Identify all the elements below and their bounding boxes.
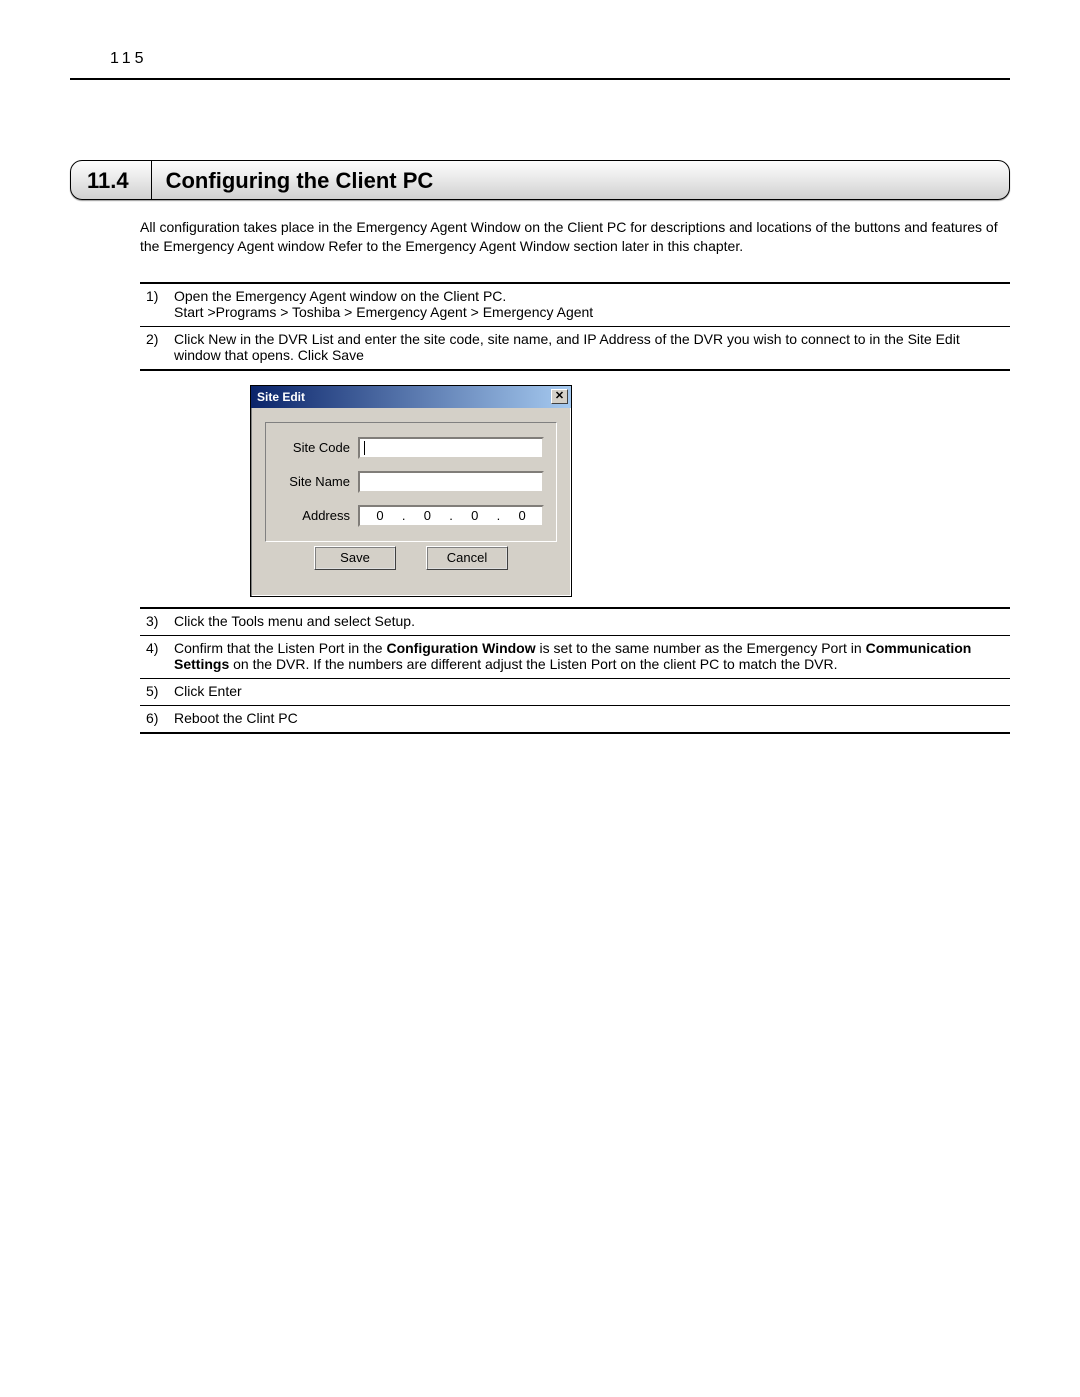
step-number: 3)	[140, 608, 168, 636]
ip-octet-1: 0	[370, 508, 390, 523]
step-text: Click the Tools menu and select Setup.	[168, 608, 1010, 636]
address-label: Address	[278, 508, 358, 523]
ip-dot: .	[497, 508, 501, 523]
step-number: 4)	[140, 635, 168, 678]
site-edit-dialog: Site Edit ✕ Site Code Site Name Address	[250, 385, 572, 597]
steps-table-upper: 1) Open the Emergency Agent window on th…	[140, 282, 1010, 371]
dialog-button-row: Save Cancel	[265, 542, 557, 582]
section-title: Configuring the Client PC	[152, 161, 434, 199]
step-number: 2)	[140, 326, 168, 370]
intro-paragraph: All configuration takes place in the Eme…	[140, 218, 1010, 256]
save-button[interactable]: Save	[314, 546, 396, 570]
site-code-label: Site Code	[278, 440, 358, 455]
page-header: 115	[70, 50, 1010, 80]
step-number: 5)	[140, 678, 168, 705]
steps-table-lower: 3) Click the Tools menu and select Setup…	[140, 607, 1010, 734]
cancel-button[interactable]: Cancel	[426, 546, 508, 570]
section-heading-bar: 11.4 Configuring the Client PC	[70, 160, 1010, 200]
site-code-input[interactable]	[358, 437, 544, 459]
step-text: Reboot the Clint PC	[168, 705, 1010, 733]
dialog-screenshot: Site Edit ✕ Site Code Site Name Address	[250, 385, 1010, 597]
step-text: Open the Emergency Agent window on the C…	[168, 283, 1010, 327]
ip-dot: .	[449, 508, 453, 523]
step-text: Click New in the DVR List and enter the …	[168, 326, 1010, 370]
dialog-body: Site Code Site Name Address 0 . 0 .	[251, 408, 571, 596]
close-icon[interactable]: ✕	[551, 389, 568, 404]
dialog-group: Site Code Site Name Address 0 . 0 .	[265, 422, 557, 542]
ip-dot: .	[402, 508, 406, 523]
step-text: Confirm that the Listen Port in the Conf…	[168, 635, 1010, 678]
address-input[interactable]: 0 . 0 . 0 . 0	[358, 505, 544, 527]
ip-octet-3: 0	[465, 508, 485, 523]
ip-octet-2: 0	[417, 508, 437, 523]
page-number: 115	[110, 50, 148, 68]
dialog-titlebar: Site Edit ✕	[251, 386, 571, 408]
site-name-input[interactable]	[358, 471, 544, 493]
document-page: 115 11.4 Configuring the Client PC All c…	[0, 0, 1080, 794]
step-text: Click Enter	[168, 678, 1010, 705]
text-cursor	[364, 441, 365, 455]
site-name-label: Site Name	[278, 474, 358, 489]
step-1-line2: Start >Programs > Toshiba > Emergency Ag…	[174, 304, 593, 320]
step-number: 6)	[140, 705, 168, 733]
ip-octet-4: 0	[512, 508, 532, 523]
section-number: 11.4	[71, 161, 152, 199]
step-1-line1: Open the Emergency Agent window on the C…	[174, 288, 506, 304]
step-number: 1)	[140, 283, 168, 327]
dialog-title: Site Edit	[257, 390, 551, 404]
